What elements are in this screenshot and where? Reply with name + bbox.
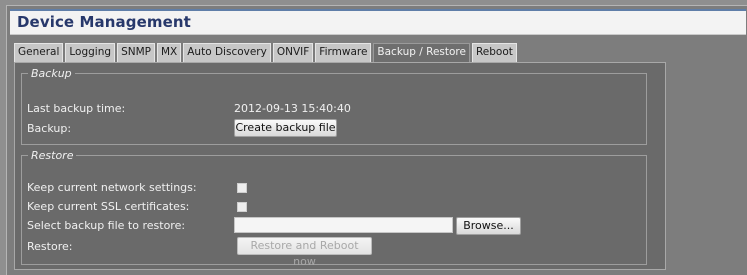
restore-legend: Restore <box>31 149 74 162</box>
page-title: Device Management <box>17 13 191 31</box>
tab-general[interactable]: General <box>14 43 64 62</box>
tab-bar: General Logging SNMP MX Auto Discovery O… <box>14 43 519 62</box>
tab-backup-restore[interactable]: Backup / Restore <box>373 43 470 62</box>
keep-ssl-certificates-checkbox[interactable] <box>237 202 247 212</box>
last-backup-time-label: Last backup time: <box>27 102 126 115</box>
browse-button[interactable]: Browse... <box>456 217 521 235</box>
title-bar: Device Management <box>10 9 746 35</box>
tab-snmp[interactable]: SNMP <box>117 43 155 62</box>
tab-logging[interactable]: Logging <box>65 43 116 62</box>
tab-reboot[interactable]: Reboot <box>471 43 517 62</box>
select-backup-file-label: Select backup file to restore: <box>27 219 186 232</box>
tab-mx[interactable]: MX <box>156 43 182 62</box>
backup-restore-panel: Backup Last backup time: 2012-09-13 15:4… <box>14 62 666 270</box>
keep-network-settings-checkbox[interactable] <box>237 183 247 193</box>
keep-network-settings-label: Keep current network settings: <box>27 181 197 194</box>
device-management-window: Device Management General Logging SNMP M… <box>6 5 747 275</box>
keep-ssl-certificates-label: Keep current SSL certificates: <box>27 200 190 213</box>
backup-file-input[interactable] <box>234 217 453 233</box>
last-backup-time-value: 2012-09-13 15:40:40 <box>234 102 351 115</box>
backup-label: Backup: <box>27 122 72 135</box>
tab-onvif[interactable]: ONVIF <box>272 43 314 62</box>
tab-firmware[interactable]: Firmware <box>315 43 372 62</box>
create-backup-button[interactable]: Create backup file <box>234 119 337 137</box>
backup-legend: Backup <box>31 67 72 80</box>
restore-label: Restore: <box>27 240 73 253</box>
tab-auto-discovery[interactable]: Auto Discovery <box>183 43 271 62</box>
restore-and-reboot-button[interactable]: Restore and Reboot now <box>237 237 372 268</box>
